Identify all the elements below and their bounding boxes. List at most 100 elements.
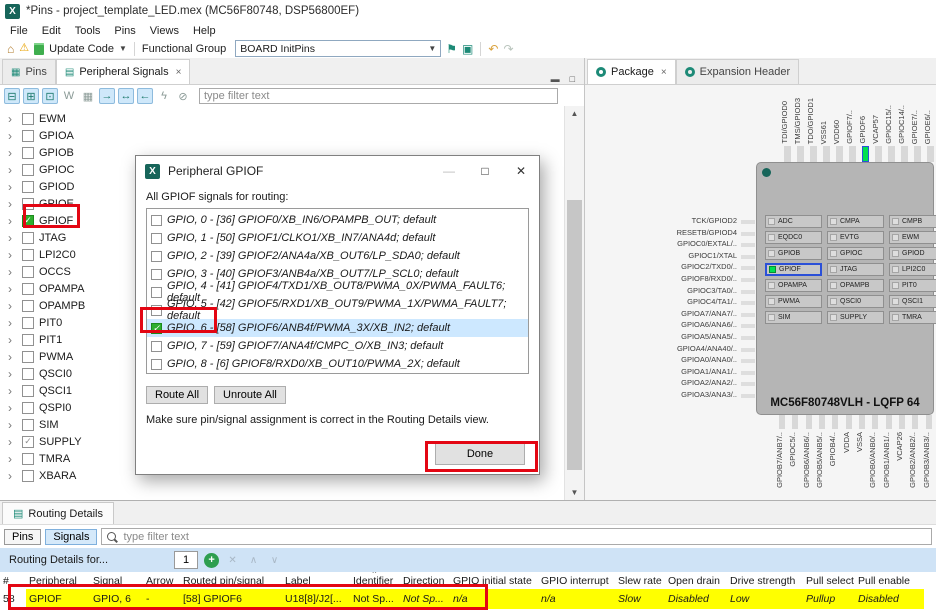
checkbox[interactable] [22,368,34,380]
chevron-right-icon[interactable]: › [8,402,17,414]
pin-gpiob1/anb1/..[interactable] [886,415,892,429]
peripheral-cell-gpiob[interactable]: GPIOB [765,247,822,260]
peripheral-cell-opampa[interactable]: OPAMPA [765,279,822,292]
pin-gpiob3/anb3/..[interactable] [926,415,932,429]
table-row[interactable]: 58GPIOFGPIO, 6-[58] GPIOF6U18[8]/J2[...N… [0,589,936,609]
signal-row-gpio-8[interactable]: GPIO, 8 - [6] GPIOF8/RXD0/XB_OUT10/PWMA_… [147,355,528,373]
peripheral-cell-evtg[interactable]: EVTG [827,231,884,244]
route-all-button[interactable]: Route All [146,386,208,404]
signals-filter-button[interactable]: Signals [45,529,97,545]
chevron-right-icon[interactable]: › [8,317,17,329]
chevron-right-icon[interactable]: › [8,249,17,261]
peripheral-cell-opampb[interactable]: OPAMPB [827,279,884,292]
menu-help[interactable]: Help [186,25,223,37]
column-header-identifier[interactable]: Identifier [350,572,400,589]
peripheral-cell-cmpb[interactable]: CMPB [889,215,936,228]
peripheral-cell-jtag[interactable]: JTAG [827,263,884,276]
pin-gpioc1/xtal[interactable] [741,255,755,259]
checkbox[interactable] [22,215,34,227]
pin-vcap57[interactable] [875,146,882,162]
scrollbar-thumb[interactable] [567,200,582,470]
cell-identifier[interactable]: Not Sp... [350,589,400,609]
minimize-view-icon[interactable]: ▬ [551,74,560,84]
update-code-dropdown-icon[interactable]: ▼ [119,44,127,53]
chevron-right-icon[interactable]: › [8,215,17,227]
menu-edit[interactable]: Edit [35,25,68,37]
cell-open-drain[interactable]: Disabled [665,589,727,609]
checkbox[interactable] [151,359,162,370]
pin-gpioc14/..[interactable] [901,146,908,162]
peripheral-cell-tmra[interactable]: TMRA [889,311,936,324]
pin-gpioc15/..[interactable] [888,146,895,162]
signal-row-gpio-0[interactable]: GPIO, 0 - [36] GPIOF0/XB_IN6/OPAMPB_OUT;… [147,211,528,229]
columns-filter-icon[interactable]: ▦ [80,88,96,104]
add-route-icon[interactable]: + [204,553,219,568]
pin-gpioc5/..[interactable] [792,415,798,429]
peripheral-cell-gpiod[interactable]: GPIOD [889,247,936,260]
chevron-right-icon[interactable]: › [8,470,17,482]
column-header-peripheral[interactable]: Peripheral [26,572,90,589]
collapse-view-icon[interactable]: ⊟ [4,88,20,104]
home-icon[interactable]: ⌂ [7,43,14,55]
column-header-slew-rate[interactable]: Slew rate [615,572,665,589]
checkbox[interactable] [22,113,34,125]
column-header-drive-strength[interactable]: Drive strength [727,572,803,589]
move-up-icon[interactable]: ∧ [246,553,261,568]
checkbox[interactable] [22,198,34,210]
checkbox[interactable] [22,232,34,244]
checkbox[interactable] [22,283,34,295]
checkbox[interactable] [22,402,34,414]
tree-scrollbar[interactable]: ▲ ▼ [564,106,584,500]
chevron-right-icon[interactable]: › [8,232,17,244]
checkbox[interactable] [22,164,34,176]
redo-icon[interactable]: ↷ [503,43,513,55]
scroll-down-icon[interactable]: ▼ [565,485,584,500]
pin-gpioc3/ta0/..[interactable] [741,290,755,294]
word-wrap-icon[interactable]: W [61,88,77,104]
warning-icon[interactable]: ⚠ [19,43,29,54]
functional-group-select[interactable]: BOARD InitPins ▼ [235,40,441,57]
checkbox[interactable] [22,300,34,312]
peripheral-cell-gpioc[interactable]: GPIOC [827,247,884,260]
column-header-gpio-initial-state[interactable]: GPIO initial state [450,572,538,589]
menu-views[interactable]: Views [143,25,186,37]
peripheral-cell-pit0[interactable]: PIT0 [889,279,936,292]
pin-table-icon[interactable]: ▣ [462,43,473,55]
pin-gpiof7/..[interactable] [849,146,856,162]
chevron-right-icon[interactable]: › [8,419,17,431]
peripheral-cell-cmpa[interactable]: CMPA [827,215,884,228]
chevron-right-icon[interactable]: › [8,113,17,125]
column-header-arrow[interactable]: Arrow [143,572,180,589]
chevron-right-icon[interactable]: › [8,436,17,448]
expand-view-icon[interactable]: ⊞ [23,88,39,104]
unroute-all-button[interactable]: Unroute All [214,386,286,404]
cell-slew-rate[interactable]: Slow [615,589,665,609]
close-icon[interactable]: × [661,67,667,78]
chevron-right-icon[interactable]: › [8,351,17,363]
peripheral-cell-gpiof[interactable]: GPIOF [765,263,822,276]
checkbox[interactable] [22,249,34,261]
chevron-right-icon[interactable]: › [8,198,17,210]
checkbox[interactable] [22,334,34,346]
pin-gpioc4/ta1/..[interactable] [741,301,755,305]
scroll-up-icon[interactable]: ▲ [565,106,584,121]
checkbox[interactable] [151,305,162,316]
menu-pins[interactable]: Pins [107,25,142,37]
checkbox[interactable] [22,266,34,278]
undo-icon[interactable]: ↶ [488,43,498,55]
peripheral-filter-input[interactable] [199,88,558,104]
pins-filter-button[interactable]: Pins [4,529,41,545]
checkbox[interactable] [22,436,34,448]
chevron-right-icon[interactable]: › [8,266,17,278]
tab-expansion-header[interactable]: Expansion Header [676,59,800,84]
flat-view-icon[interactable]: ⊡ [42,88,58,104]
pin-gpiof6[interactable] [862,146,869,162]
update-code-icon[interactable] [34,43,44,55]
pin-tck/gpiod2[interactable] [741,220,755,224]
chevron-right-icon[interactable]: › [8,385,17,397]
pin-gpioe6/..[interactable] [927,146,934,162]
cell-signal[interactable]: GPIO, 6 [90,589,143,609]
chevron-right-icon[interactable]: › [8,181,17,193]
pin-gpiob0/anb0/..[interactable] [872,415,878,429]
peripheral-cell-lpi2c0[interactable]: LPI2C0 [889,263,936,276]
